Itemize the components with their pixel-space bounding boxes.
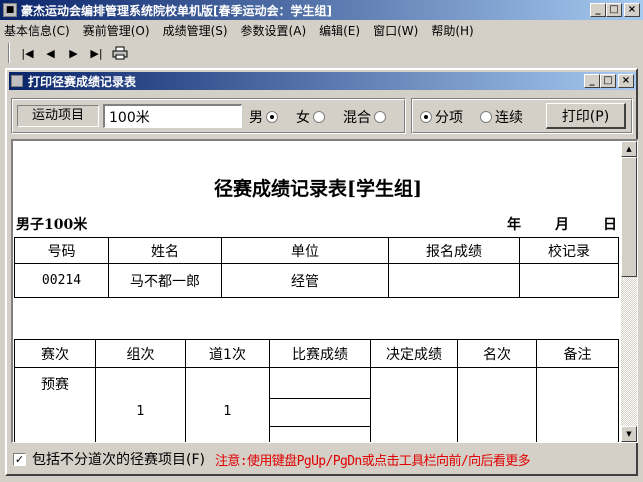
footer: ✓ 包括不分道次的径赛项目(F) 注意:使用键盘PgUp/PgDn或点击工具栏向…: [13, 448, 633, 470]
table-row: 预赛 1 1: [14, 367, 619, 442]
radio-dot: [266, 111, 278, 123]
toolbar: |◀ ◀ ▶ ▶|: [0, 40, 643, 66]
app-title: 豪杰运动会编排管理系统院校单机版[春季运动会：学生组]: [21, 3, 332, 18]
report-date: 年 月 日: [507, 217, 617, 233]
cell-final-result: [370, 367, 458, 442]
window-title-bar[interactable]: 打印径赛成绩记录表 _ □ ×: [9, 72, 636, 90]
cell-group: 1: [95, 367, 186, 442]
cell-lane: 1: [185, 367, 270, 442]
radio-dot: [374, 111, 386, 123]
report-subtitle: 男子100米: [16, 217, 88, 233]
app-icon: ■: [3, 3, 17, 17]
cell-remarks: [536, 367, 619, 442]
print-button[interactable]: 打印(P): [546, 103, 626, 129]
athlete-table: 号码 姓名 单位 报名成绩 校记录 00214 马不都一郎 经管: [14, 237, 619, 298]
report-preview[interactable]: 径赛成绩记录表[学生组] 男子100米 年 月 日 号码 姓名 单位 报名成绩 …: [11, 139, 638, 443]
maximize-button[interactable]: □: [606, 3, 622, 17]
header-school-record: 校记录: [519, 237, 619, 264]
cell-school-record: [519, 263, 619, 298]
header-remarks: 备注: [536, 339, 619, 368]
minimize-button[interactable]: _: [590, 3, 606, 17]
cell-match-result: [269, 398, 371, 427]
header-number: 号码: [14, 237, 109, 264]
controls-row: 运动项目 男 女 混合 分项 连续 打印(P): [11, 98, 633, 134]
menu-help[interactable]: 帮助(H): [431, 22, 473, 39]
printer-icon[interactable]: [108, 42, 131, 64]
cell-unit: 经管: [221, 263, 389, 298]
scroll-up-icon[interactable]: ▲: [621, 141, 637, 157]
header-name: 姓名: [108, 237, 222, 264]
radio-dot: [480, 111, 492, 123]
header-entry-result: 报名成绩: [388, 237, 520, 264]
prev-page-icon[interactable]: ◀: [39, 42, 62, 64]
cell-match-result: [269, 367, 371, 399]
table-row: 00214 马不都一郎 经管: [14, 263, 619, 298]
menu-pre-match[interactable]: 赛前管理(O): [83, 22, 150, 39]
event-input[interactable]: [103, 104, 242, 128]
header-unit: 单位: [221, 237, 389, 264]
gender-mixed-radio[interactable]: 混合: [343, 107, 386, 127]
navigation-note: 注意:使用键盘PgUp/PgDn或点击工具栏向前/向后看更多: [214, 453, 531, 469]
cell-name: 马不都一郎: [108, 263, 222, 298]
header-group: 组次: [95, 339, 186, 368]
event-group: 运动项目 男 女 混合: [11, 98, 406, 134]
cell-entry-result: [388, 263, 520, 298]
toolbar-grip: [8, 43, 10, 63]
window-close-button[interactable]: ×: [618, 74, 634, 88]
app-title-bar[interactable]: ■ 豪杰运动会编排管理系统院校单机版[春季运动会：学生组] _ □ ×: [0, 0, 643, 20]
header-rank: 名次: [457, 339, 537, 368]
radio-dot: [420, 111, 432, 123]
header-final-result: 决定成绩: [370, 339, 458, 368]
report-title: 径赛成绩记录表[学生组]: [214, 178, 422, 200]
menu-edit[interactable]: 编辑(E): [319, 22, 360, 39]
results-table: 赛次 组次 道1次 比赛成绩 决定成绩 名次 备注 预赛 1 1: [14, 339, 619, 442]
cell-number: 00214: [14, 263, 109, 298]
header-round: 赛次: [14, 339, 96, 368]
vertical-scrollbar[interactable]: ▲ ▼: [621, 141, 637, 442]
mode-group: 分项 连续 打印(P): [411, 98, 633, 134]
menu-basic-info[interactable]: 基本信息(C): [4, 22, 70, 39]
last-page-icon[interactable]: ▶|: [85, 42, 108, 64]
window-minimize-button[interactable]: _: [584, 74, 600, 88]
print-track-record-window: 打印径赛成绩记录表 _ □ × 运动项目 男 女 混合 分项: [5, 68, 638, 476]
menu-window[interactable]: 窗口(W): [373, 22, 418, 39]
cell-round: 预赛: [14, 367, 96, 442]
gender-female-radio[interactable]: 女: [296, 107, 325, 127]
window-icon: [11, 75, 23, 87]
table-header-row: 号码 姓名 单位 报名成绩 校记录: [14, 237, 619, 264]
event-label: 运动项目: [17, 105, 99, 127]
gender-male-radio[interactable]: 男: [249, 107, 278, 127]
window-title: 打印径赛成绩记录表: [28, 74, 137, 89]
mode-separate-radio[interactable]: 分项: [420, 107, 463, 127]
menu-bar: 基本信息(C) 赛前管理(O) 成绩管理(S) 参数设置(A) 编辑(E) 窗口…: [0, 20, 643, 40]
cell-rank: [457, 367, 537, 442]
window-maximize-button[interactable]: □: [600, 74, 616, 88]
table-header-row: 赛次 组次 道1次 比赛成绩 决定成绩 名次 备注: [14, 339, 619, 368]
header-match-result: 比赛成绩: [269, 339, 371, 368]
scroll-thumb[interactable]: [621, 157, 637, 277]
header-lane: 道1次: [185, 339, 270, 368]
scroll-down-icon[interactable]: ▼: [621, 426, 637, 442]
cell-match-result: [269, 426, 371, 442]
radio-dot: [313, 111, 325, 123]
mode-continuous-radio[interactable]: 连续: [480, 107, 523, 127]
include-unlaned-checkbox[interactable]: ✓: [13, 452, 26, 466]
next-page-icon[interactable]: ▶: [62, 42, 85, 64]
menu-settings[interactable]: 参数设置(A): [241, 22, 307, 39]
menu-results[interactable]: 成绩管理(S): [163, 22, 228, 39]
include-unlaned-label[interactable]: 包括不分道次的径赛项目(F): [32, 449, 205, 469]
close-button[interactable]: ×: [624, 3, 640, 17]
first-page-icon[interactable]: |◀: [16, 42, 39, 64]
